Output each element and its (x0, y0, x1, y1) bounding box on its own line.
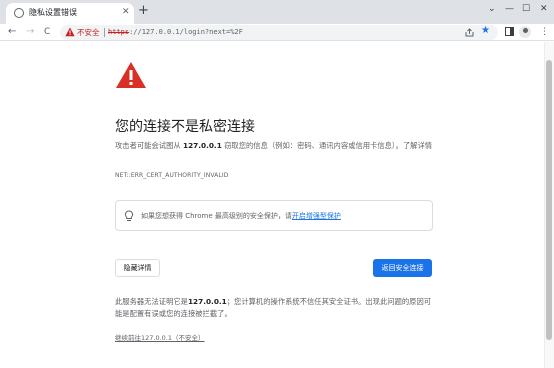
not-secure-warning-icon[interactable] (65, 27, 75, 37)
close-window-button[interactable]: ✕ (540, 3, 548, 15)
hide-details-button[interactable]: 隐藏详情 (115, 259, 160, 277)
maximize-button[interactable]: ☐ (522, 3, 530, 15)
promo-message: 如果您想获得 Chrome 最高级别的安全保护，请 (141, 212, 292, 220)
url-path: ://127.0.0.1/login?next=%2F (129, 27, 243, 36)
not-secure-label[interactable]: 不安全 (77, 27, 100, 38)
url-text[interactable]: https://127.0.0.1/login?next=%2F (108, 28, 243, 36)
address-separator (104, 28, 105, 37)
description-text: 攻击者可能会试图从 127.0.0.1 窃取您的信息（例如：密码、通讯内容或信用… (115, 140, 433, 152)
error-code: NET::ERR_CERT_AUTHORITY_INVALID (115, 172, 229, 179)
side-panel-icon[interactable] (505, 27, 514, 36)
enhanced-protection-promo: 如果您想获得 Chrome 最高级别的安全保护，请开启增强型保护 (115, 200, 433, 231)
back-button[interactable]: ← (8, 25, 16, 39)
lightbulb-icon (124, 210, 134, 221)
back-to-safety-button[interactable]: 返回安全连接 (373, 259, 432, 277)
reload-button[interactable]: C (44, 25, 50, 39)
scrollbar-thumb[interactable] (546, 60, 552, 340)
menu-icon[interactable]: ⋮ (540, 26, 549, 38)
browser-toolbar: ← → C 不安全 https://127.0.0.1/login?next=%… (0, 24, 554, 41)
tab-strip: 隐私设置错误 ✕ + ⌄ — ☐ ✕ (0, 0, 554, 24)
profile-icon[interactable] (519, 26, 531, 38)
forward-button[interactable]: → (26, 25, 34, 39)
star-icon[interactable]: ★ (481, 25, 490, 36)
new-tab-button[interactable]: + (138, 4, 149, 18)
tab-title: 隐私设置错误 (29, 8, 77, 17)
details-before: 此服务器无法证明它是 (115, 297, 188, 306)
warning-triangle-icon (116, 62, 146, 88)
tab-privacy-error[interactable]: 隐私设置错误 ✕ (6, 3, 134, 24)
address-bar[interactable]: 不安全 https://127.0.0.1/login?next=%2F ★ (60, 25, 498, 40)
details-text: 此服务器无法证明它是127.0.0.1；您计算机的操作系统不信任其安全证书。出现… (115, 296, 435, 320)
learn-more-link[interactable]: 了解详情 (403, 141, 432, 150)
proceed-unsafe-link[interactable]: 继续前往127.0.0.1（不安全） (115, 332, 205, 342)
tab-close-icon[interactable]: ✕ (122, 6, 130, 18)
promo-text: 如果您想获得 Chrome 最高级别的安全保护，请开启增强型保护 (141, 211, 341, 221)
enable-enhanced-protection-link[interactable]: 开启增强型保护 (292, 212, 341, 220)
description-before: 攻击者可能会试图从 (115, 141, 183, 150)
share-icon[interactable] (465, 28, 474, 37)
url-scheme: https (108, 27, 130, 36)
minimize-button[interactable]: — (505, 3, 514, 15)
description-after: 窃取您的信息（例如：密码、通讯内容或信用卡信息）。 (221, 141, 403, 150)
tab-search-icon[interactable]: ⌄ (488, 3, 496, 15)
description-host: 127.0.0.1 (183, 141, 222, 150)
details-host: 127.0.0.1 (187, 297, 227, 306)
globe-icon (14, 8, 24, 18)
page-title: 您的连接不是私密连接 (115, 119, 255, 135)
